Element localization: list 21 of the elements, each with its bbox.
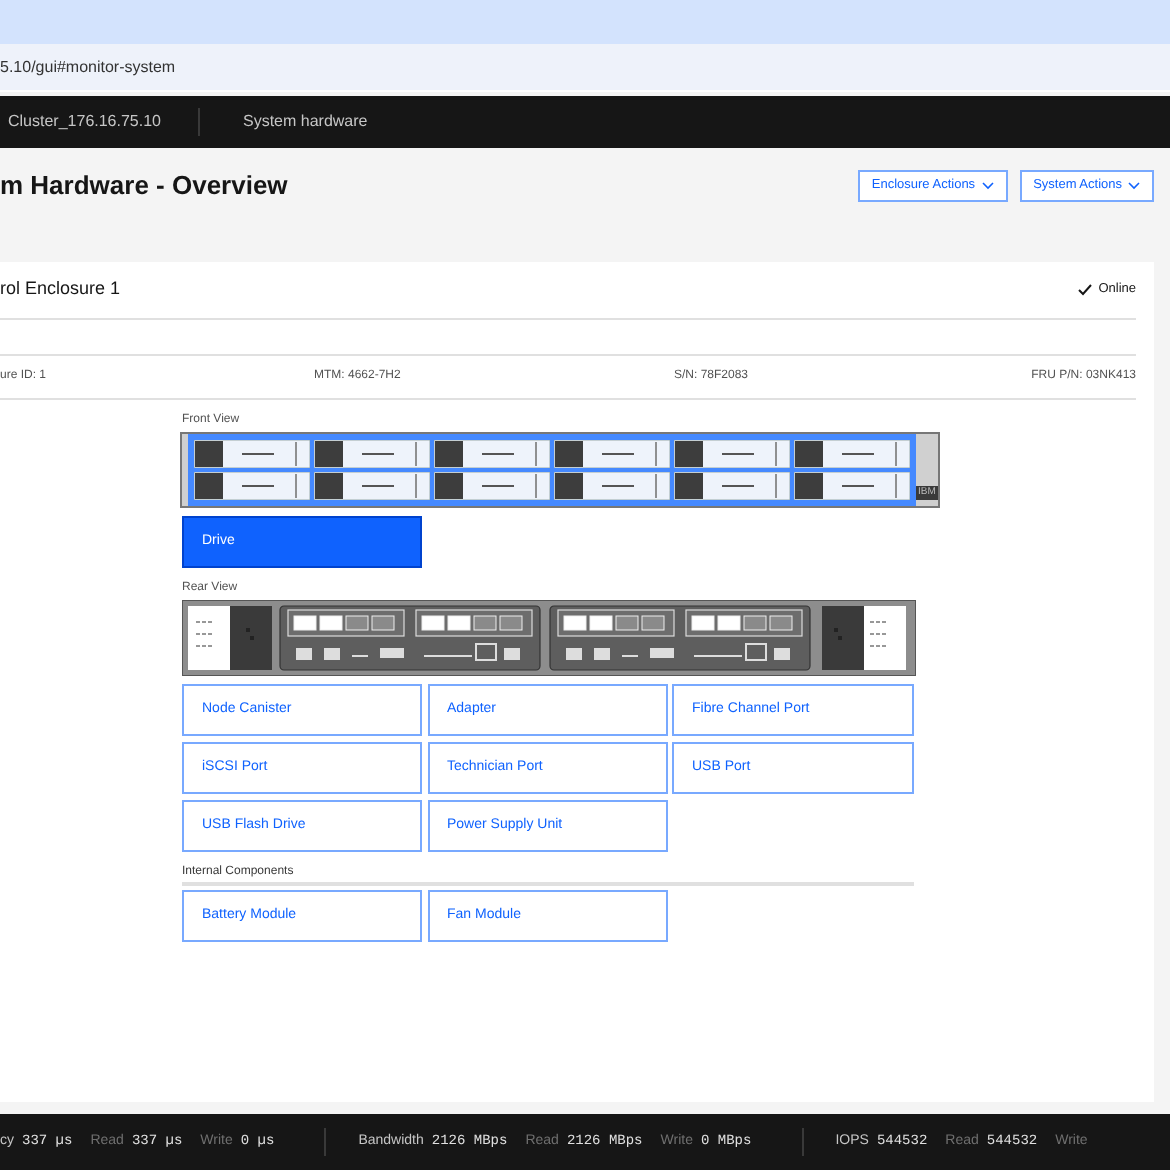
drive-slot-icon[interactable] xyxy=(194,440,310,468)
chevron-down-icon xyxy=(1128,182,1140,190)
drive-slot-icon[interactable] xyxy=(434,440,550,468)
drive-slot-icon[interactable] xyxy=(554,472,670,500)
drive-slot-icon[interactable] xyxy=(194,472,310,500)
breadcrumb-link[interactable]: Cluster_176.16.75.10 xyxy=(8,110,161,134)
drive-slot-icon[interactable] xyxy=(674,472,790,500)
drive-slot-icon[interactable] xyxy=(314,472,430,500)
enclosure-title: rol Enclosure 1 xyxy=(0,276,121,303)
drive-slot-icon[interactable] xyxy=(794,440,910,468)
drive-slot-icon[interactable] xyxy=(434,472,550,500)
page-title: m Hardware - Overview xyxy=(0,168,288,205)
rear-enclosure-drawing[interactable] xyxy=(182,600,916,676)
drive-slot-icon[interactable] xyxy=(314,440,430,468)
drive-slot-icon[interactable] xyxy=(794,472,910,500)
drive-slot-icon[interactable] xyxy=(554,440,670,468)
chevron-down-icon xyxy=(981,182,994,190)
drive-slot-icon[interactable] xyxy=(674,440,790,468)
checkmark-icon xyxy=(1078,284,1093,296)
address-bar[interactable]: 5.10/gui#monitor-system xyxy=(0,44,1170,92)
breadcrumb-link[interactable]: System hardware xyxy=(243,110,368,134)
